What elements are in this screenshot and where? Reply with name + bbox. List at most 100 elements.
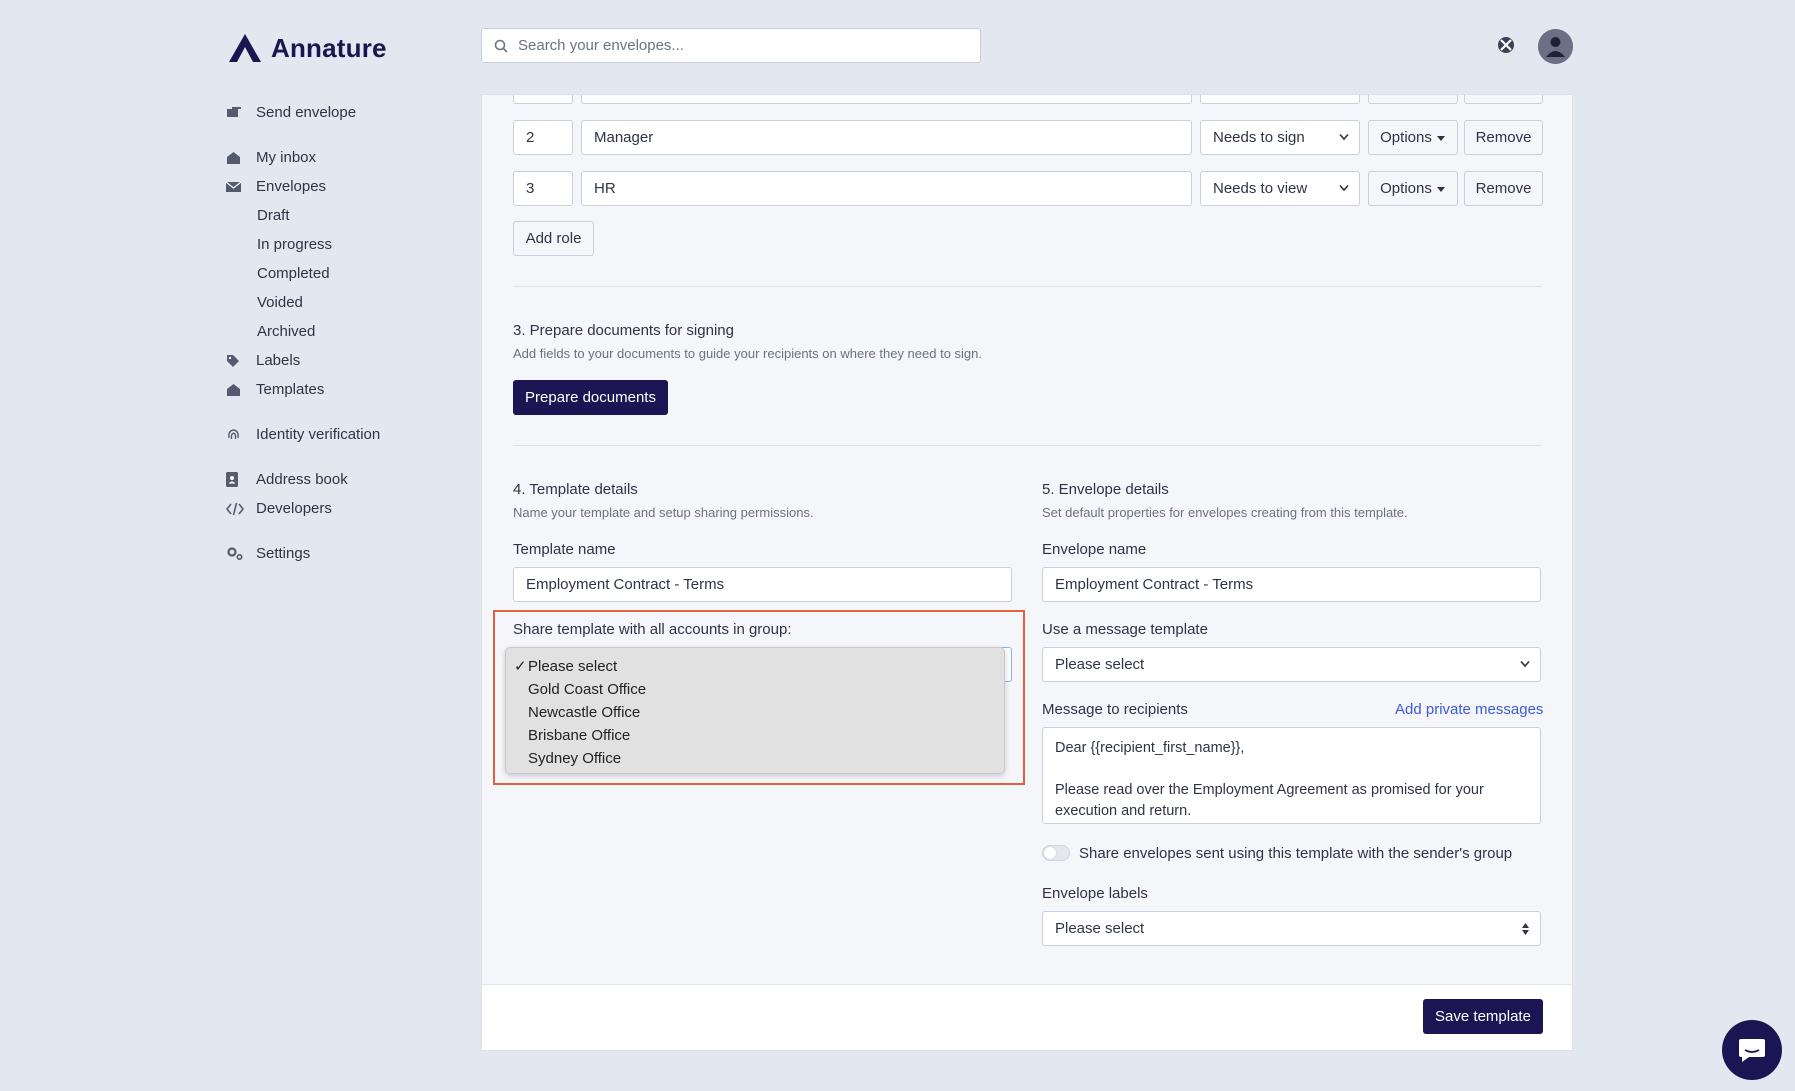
options-label: Options [1380,180,1432,197]
remove-label: Remove [1475,180,1532,197]
template-name-input[interactable]: Employment Contract - Terms [513,567,1012,602]
highlight-annotation [493,610,1025,785]
role-options-button[interactable]: Options [1368,120,1458,155]
annature-logo[interactable]: Annature [227,32,387,64]
section-3-title: 3. Prepare documents for signing [513,322,734,339]
role-action-value: Needs to sign [1213,129,1305,146]
annature-logo-icon [229,34,261,62]
share-envelopes-label: Share envelopes sent using this template… [1079,845,1513,862]
sidebar-item-envelopes[interactable]: Envelopes [226,172,456,201]
message-line: Dear {{recipient_first_name}}, [1055,740,1245,756]
message-label: Message to recipients [1042,701,1188,718]
sidebar-item-draft[interactable]: Draft [226,201,456,230]
user-icon [1538,29,1573,64]
sidebar-item-completed[interactable]: Completed [226,259,456,288]
role-name-input-partial[interactable] [581,95,1192,104]
prepare-documents-label: Prepare documents [525,389,656,406]
save-template-label: Save template [1435,1008,1531,1025]
role-options-button-partial[interactable] [1368,95,1458,104]
role-order-input-partial[interactable] [513,95,573,104]
role-options-button[interactable]: Options [1368,171,1458,206]
tag-icon [226,354,256,368]
section-4-title: 4. Template details [513,481,638,498]
message-template-select[interactable]: Please select [1042,647,1541,682]
template-name-label: Template name [513,541,616,558]
sort-arrows-icon [1522,923,1529,935]
sidebar-label: Envelopes [256,178,327,195]
sidebar-label: Identity verification [256,426,381,443]
role-action-value: Needs to view [1213,180,1308,197]
add-role-label: Add role [525,230,582,247]
chevron-down-icon [1339,133,1349,141]
sidebar: Send envelope My inbox Envelopes Draft I… [226,98,456,568]
template-name-value: Employment Contract - Terms [526,576,725,593]
sidebar-label: Settings [256,545,311,562]
role-remove-button[interactable]: Remove [1464,171,1543,206]
sidebar-label: Developers [256,500,332,517]
section-3-help: Add fields to your documents to guide yo… [513,346,983,361]
avatar[interactable] [1538,29,1573,64]
sidebar-item-settings[interactable]: Settings [226,539,456,568]
section-5-title: 5. Envelope details [1042,481,1169,498]
role-name-value: HR [594,180,616,197]
sidebar-label: Completed [257,265,330,282]
role-remove-button[interactable]: Remove [1464,120,1543,155]
divider [513,286,1541,287]
chat-button[interactable] [1722,1020,1782,1080]
chat-icon [1739,1039,1765,1062]
sidebar-label: My inbox [256,149,317,166]
sidebar-item-identity[interactable]: Identity verification [226,420,456,449]
sidebar-item-in-progress[interactable]: In progress [226,230,456,259]
sidebar-item-archived[interactable]: Archived [226,317,456,346]
save-template-button[interactable]: Save template [1423,999,1543,1034]
role-name-input[interactable]: HR [581,171,1192,206]
envelope-name-input[interactable]: Employment Contract - Terms [1042,567,1541,602]
remove-label: Remove [1475,129,1532,146]
sidebar-item-address-book[interactable]: Address book [226,465,456,494]
add-private-messages-link[interactable]: Add private messages [1395,701,1543,718]
sidebar-item-voided[interactable]: Voided [226,288,456,317]
message-line: Please read over the Employment Agreemen… [1055,782,1484,798]
sidebar-item-labels[interactable]: Labels [226,346,456,375]
sidebar-label: Voided [257,294,303,311]
prepare-documents-button[interactable]: Prepare documents [513,380,668,415]
caret-down-icon [1436,135,1445,141]
address-book-icon [226,472,256,487]
template-icon [226,383,256,397]
sidebar-label: In progress [257,236,333,253]
sidebar-label: Labels [256,352,301,369]
gear-icon [226,546,256,561]
chevron-down-icon [1339,184,1349,192]
sidebar-label: Send envelope [256,104,357,121]
fingerprint-icon [226,427,256,442]
sidebar-label: Address book [256,471,348,488]
share-envelopes-toggle[interactable] [1042,845,1070,861]
search-icon [494,39,508,53]
search-bar[interactable] [481,28,981,63]
chevron-down-icon [1520,660,1530,668]
sidebar-item-templates[interactable]: Templates [226,375,456,404]
sidebar-item-send[interactable]: Send envelope [226,98,456,127]
role-name-input[interactable]: Manager [581,120,1192,155]
sidebar-item-developers[interactable]: Developers [226,494,456,523]
role-order-value: 2 [526,129,535,146]
sidebar-item-inbox[interactable]: My inbox [226,143,456,172]
message-textarea[interactable]: Dear {{recipient_first_name}}, Please re… [1042,727,1541,824]
role-action-select[interactable]: Needs to sign [1200,120,1360,155]
envelope-labels-select[interactable]: Please select [1042,911,1541,946]
options-label: Options [1380,129,1432,146]
search-input[interactable] [518,37,958,54]
envelope-name-label: Envelope name [1042,541,1147,558]
role-action-select-partial[interactable] [1200,95,1360,104]
role-action-select[interactable]: Needs to view [1200,171,1360,206]
section-4-help: Name your template and setup sharing per… [513,505,814,520]
section-5-help: Set default properties for envelopes cre… [1042,505,1408,520]
role-name-value: Manager [594,129,654,146]
extension-icon[interactable] [1495,34,1517,56]
sidebar-label: Archived [257,323,316,340]
envelope-labels-label: Envelope labels [1042,885,1148,902]
role-remove-button-partial[interactable] [1464,95,1543,104]
role-order-input[interactable]: 2 [513,120,573,155]
add-role-button[interactable]: Add role [513,221,594,256]
role-order-input[interactable]: 3 [513,171,573,206]
